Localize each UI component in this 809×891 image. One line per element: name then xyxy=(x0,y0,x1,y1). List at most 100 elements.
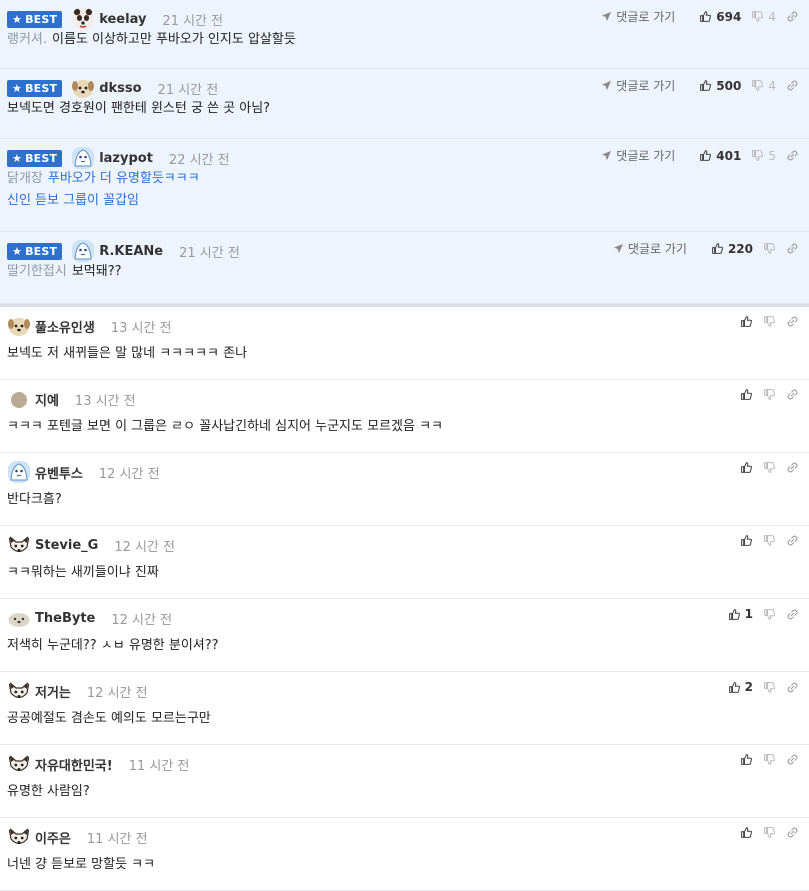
downvote-button[interactable]: 4 xyxy=(751,79,776,93)
comment-actions: 1 xyxy=(718,607,799,621)
avatar[interactable] xyxy=(7,825,31,849)
comment-item: 지예 13 시간 전 ㅋㅋㅋ 포텐글 보면 이 그룹은 ㄹㅇ 꼴사납긴하네 심지어 … xyxy=(0,380,809,453)
thumbs-up-icon xyxy=(740,534,753,547)
best-comment: ★ BEST lazypot 22 시간 전 닭개장 푸바오가 더 유명할듯ㅋㅋㅋ 신인 듣… xyxy=(0,139,809,232)
avatar[interactable] xyxy=(7,606,31,630)
upvote-button[interactable]: 401 xyxy=(699,149,741,163)
nickname[interactable]: dksso xyxy=(99,81,141,96)
comment-line: 닭개장 푸바오가 더 유명할듯ㅋㅋㅋ xyxy=(7,168,200,190)
downvote-button[interactable] xyxy=(763,826,776,839)
downvote-button[interactable] xyxy=(763,681,776,694)
nickname[interactable]: 저거는 xyxy=(35,682,71,701)
link-icon[interactable] xyxy=(786,242,799,255)
comment-text: 유명한 사람임? xyxy=(7,784,90,799)
comment-body: ㅋㅋ뭐하는 새끼들이냐 진짜 xyxy=(7,562,159,584)
link-icon[interactable] xyxy=(786,79,799,92)
comment-item: TheByte 12 시간 전 저색히 누군데?? ㅅㅂ 유명한 분이셔?? 1 xyxy=(0,599,809,672)
nickname[interactable]: 유벤투스 xyxy=(35,463,83,482)
comment-text: 너넨 걍 듣보로 망할듯 ㅋㅋ xyxy=(7,857,156,872)
thumbs-up-icon xyxy=(740,826,753,839)
thumbs-down-icon xyxy=(751,10,764,23)
reply-target[interactable]: 랭커셔. xyxy=(7,32,47,47)
thumbs-up-icon xyxy=(711,242,724,255)
avatar[interactable] xyxy=(71,7,95,31)
link-icon[interactable] xyxy=(786,681,799,694)
nickname[interactable]: TheByte xyxy=(35,611,95,626)
best-comment: ★ BEST keelay 21 시간 전 랭커셔. 이름도 이상하고만 푸바오가 인지도… xyxy=(0,0,809,69)
comment-line: 보넥도면 경호원이 팬한테 윈스턴 궁 쓴 곳 아님? xyxy=(7,98,270,120)
downvote-button[interactable]: 4 xyxy=(751,10,776,24)
star-icon: ★ xyxy=(12,81,23,95)
upvote-button[interactable]: 500 xyxy=(699,79,741,93)
downvote-button[interactable] xyxy=(763,461,776,474)
send-arrow-icon xyxy=(601,11,616,22)
goto-comment-link[interactable]: 댓글로 가기 xyxy=(601,77,675,94)
link-icon[interactable] xyxy=(786,315,799,328)
downvote-button[interactable] xyxy=(763,534,776,547)
downvote-button[interactable]: 5 xyxy=(751,149,776,163)
upvote-button[interactable]: 1 xyxy=(728,607,753,621)
avatar[interactable] xyxy=(7,387,31,411)
downvote-button[interactable] xyxy=(763,242,776,255)
upvote-button[interactable]: 694 xyxy=(699,10,741,24)
upvote-button[interactable] xyxy=(740,534,753,547)
avatar[interactable] xyxy=(7,752,31,776)
avatar[interactable] xyxy=(71,146,95,170)
comment-list: ★ BEST keelay 21 시간 전 랭커셔. 이름도 이상하고만 푸바오가 인지도… xyxy=(0,0,809,891)
link-icon[interactable] xyxy=(786,149,799,162)
avatar[interactable] xyxy=(7,460,31,484)
comment-line: 신인 듣보 그룹이 꼴갑임 xyxy=(7,190,200,212)
reply-target[interactable]: 딸기한접시 xyxy=(7,264,67,279)
link-icon[interactable] xyxy=(786,826,799,839)
reply-target[interactable]: 닭개장 xyxy=(7,171,43,186)
upvote-button[interactable] xyxy=(740,461,753,474)
link-icon[interactable] xyxy=(786,461,799,474)
comment-body: 보넥도 저 새뀌들은 말 많네 ㅋㅋㅋㅋㅋ 존나 xyxy=(7,343,247,365)
nickname[interactable]: keelay xyxy=(99,12,146,27)
link-icon[interactable] xyxy=(786,608,799,621)
downvote-button[interactable] xyxy=(763,315,776,328)
timestamp: 21 시간 전 xyxy=(162,13,224,29)
avatar[interactable] xyxy=(7,314,31,338)
avatar[interactable] xyxy=(71,76,95,100)
link-icon[interactable] xyxy=(786,753,799,766)
thumbs-up-icon xyxy=(728,608,741,621)
upvote-button[interactable] xyxy=(740,315,753,328)
link-icon[interactable] xyxy=(786,10,799,23)
avatar[interactable] xyxy=(71,239,95,263)
thumbs-down-icon xyxy=(763,461,776,474)
comment-item: 유벤투스 12 시간 전 반다크흠? xyxy=(0,453,809,526)
nickname[interactable]: Stevie_G xyxy=(35,538,98,553)
goto-comment-link[interactable]: 댓글로 가기 xyxy=(601,8,675,25)
upvote-button[interactable] xyxy=(740,388,753,401)
upvote-button[interactable] xyxy=(740,753,753,766)
comment-header: 자유대한민국! 11 시간 전 xyxy=(7,751,189,777)
upvote-button[interactable]: 220 xyxy=(711,242,753,256)
nickname[interactable]: 이주은 xyxy=(35,828,71,847)
comment-text: 공공예절도 겸손도 예의도 모르는구만 xyxy=(7,711,211,726)
upvote-count: 500 xyxy=(716,78,742,93)
upvote-button[interactable]: 2 xyxy=(728,680,753,694)
downvote-button[interactable] xyxy=(763,608,776,621)
goto-comment-link[interactable]: 댓글로 가기 xyxy=(601,147,675,164)
comment-item: 풀소유인생 13 시간 전 보넥도 저 새뀌들은 말 많네 ㅋㅋㅋㅋㅋ 존나 xyxy=(0,307,809,380)
nickname[interactable]: R.KEANe xyxy=(99,244,163,259)
best-label: BEST xyxy=(25,12,58,26)
send-arrow-icon xyxy=(601,150,616,161)
avatar[interactable] xyxy=(7,533,31,557)
link-icon[interactable] xyxy=(786,388,799,401)
nickname[interactable]: 지예 xyxy=(35,390,59,409)
link-icon[interactable] xyxy=(786,534,799,547)
comment-actions xyxy=(730,461,799,474)
downvote-button[interactable] xyxy=(763,753,776,766)
avatar[interactable] xyxy=(7,679,31,703)
goto-comment-link[interactable]: 댓글로 가기 xyxy=(613,240,687,257)
downvote-button[interactable] xyxy=(763,388,776,401)
nickname[interactable]: lazypot xyxy=(99,151,153,166)
nickname[interactable]: 자유대한민국! xyxy=(35,755,113,774)
comment-text: ㅋㅋ뭐하는 새끼들이냐 진짜 xyxy=(7,565,159,580)
upvote-button[interactable] xyxy=(740,826,753,839)
thumbs-down-icon xyxy=(751,79,764,92)
nickname[interactable]: 풀소유인생 xyxy=(35,317,95,336)
goto-label: 댓글로 가기 xyxy=(627,242,687,256)
